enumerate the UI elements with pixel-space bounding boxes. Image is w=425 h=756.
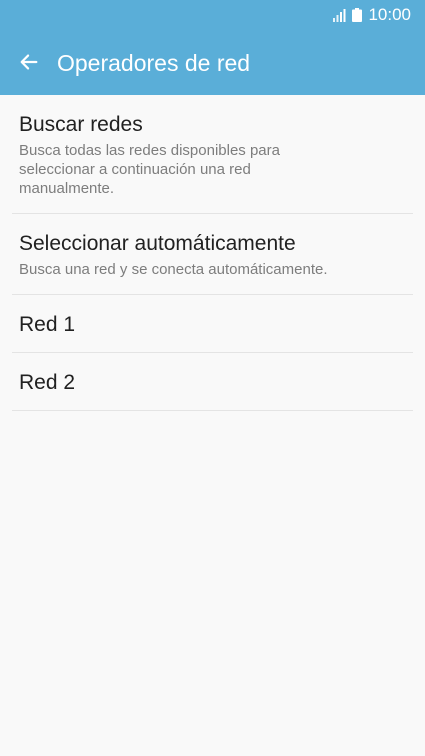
search-networks-title: Buscar redes [19, 113, 143, 136]
select-automatically-item[interactable]: Seleccionar automáticamente Busca una re… [12, 214, 413, 295]
network-name: Red 2 [19, 371, 76, 394]
select-automatically-title: Seleccionar automáticamente [19, 232, 296, 255]
status-bar: 10:00 [0, 0, 425, 30]
back-button[interactable] [10, 43, 48, 81]
signal-icon [333, 9, 346, 22]
status-icons: 10:00 [333, 5, 411, 25]
search-networks-item[interactable]: Buscar redes Busca todas las redes dispo… [12, 95, 413, 214]
select-automatically-summary: Busca una red y se conecta automáticamen… [19, 261, 328, 278]
network-name: Red 1 [19, 313, 76, 336]
app-bar: Operadores de red [0, 30, 425, 95]
network-item-red-1[interactable]: Red 1 [12, 295, 413, 353]
status-time: 10:00 [368, 5, 411, 24]
page-title: Operadores de red [57, 50, 251, 76]
network-item-red-2[interactable]: Red 2 [12, 353, 413, 411]
arrow-left-icon [20, 54, 38, 70]
battery-icon [352, 8, 363, 22]
search-networks-summary: Busca todas las redes disponibles para s… [19, 142, 280, 197]
network-operators-list: Buscar redes Busca todas las redes dispo… [0, 95, 425, 411]
